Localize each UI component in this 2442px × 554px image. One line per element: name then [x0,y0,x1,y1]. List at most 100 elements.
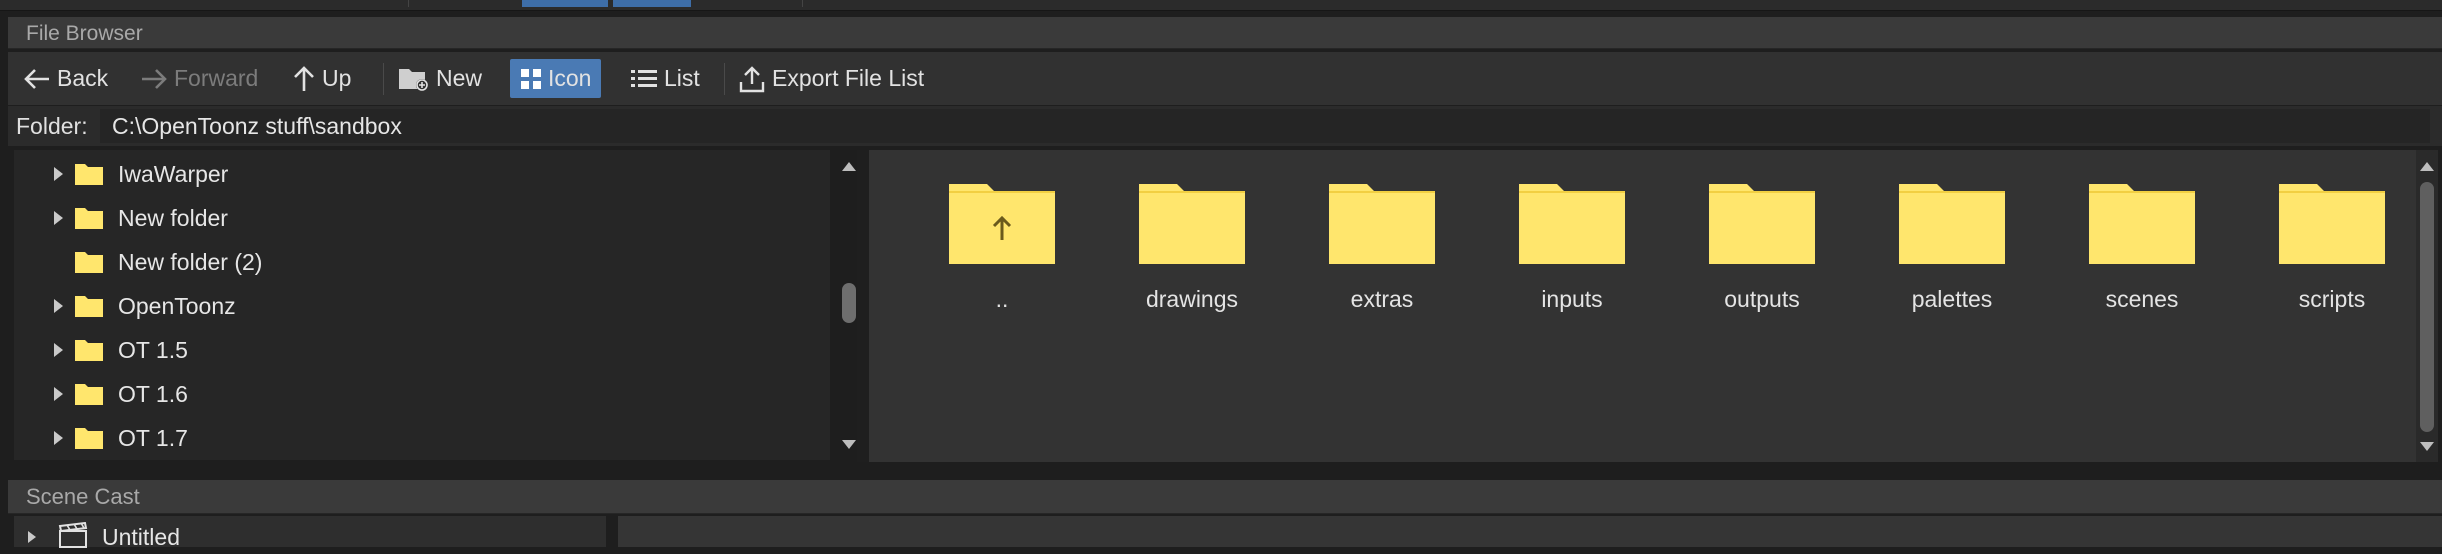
folder-icon [1519,184,1625,264]
folder-label: Folder: [16,113,88,139]
tree-item-label: OT 1.7 [118,424,188,451]
forward-label: Forward [174,65,259,91]
pane-divider[interactable] [857,150,869,462]
tree-item-label: IwaWarper [118,160,229,187]
tree-item-label: OT 1.6 [118,380,188,407]
icon-view-scrollbar[interactable] [2416,150,2438,462]
tree-item[interactable]: OT 1.6 [14,373,830,415]
file-item-folder[interactable]: outputs [1677,178,1847,328]
file-item-folder[interactable]: drawings [1107,178,1277,328]
scroll-thumb[interactable] [842,283,856,323]
scroll-up-icon[interactable] [2420,162,2434,171]
clapperboard-icon [58,522,88,548]
folder-icon [1709,184,1815,264]
folder-icon [75,428,103,449]
file-browser-toolbar: Back Forward Up New Icon List Export Fil… [8,52,2442,105]
tree-item[interactable]: IwaWarper [14,153,830,195]
arrow-right-icon [142,68,167,89]
new-label: New [436,65,483,91]
folder-icon [2089,184,2195,264]
icon-label: Icon [548,65,592,91]
new-folder-icon [399,68,428,91]
icon-view-button[interactable]: Icon [510,59,602,98]
tree-item[interactable]: OT 1.5 [14,329,830,371]
tree-item-label: New folder (2) [118,248,263,275]
back-button[interactable]: Back [23,59,108,98]
up-label: Up [322,65,352,91]
expand-arrow-icon[interactable] [54,299,63,313]
export-icon [739,65,765,92]
file-icon-view: .. drawings extras inputs outputs palett… [869,150,2416,462]
scroll-down-icon[interactable] [842,440,856,449]
file-item-name: scenes [2105,286,2179,312]
expand-arrow-icon[interactable] [54,343,63,357]
file-item-name: outputs [1724,286,1800,312]
expand-arrow-icon[interactable] [54,431,63,445]
scroll-thumb[interactable] [2420,182,2434,432]
file-item-name: scripts [2298,286,2366,312]
file-item-name: palettes [1911,286,1993,312]
tree-item[interactable]: OT 1.7 [14,417,830,459]
arrow-left-icon [24,68,49,89]
export-label: Export File List [772,65,925,91]
file-item-name: extras [1350,286,1414,312]
arrow-up-icon [294,65,314,91]
tree-item-label: OT 1.5 [118,336,188,363]
expand-arrow-icon[interactable] [54,387,63,401]
up-button[interactable]: Up [292,59,351,98]
grid-icon [521,68,541,89]
panel-title: Scene Cast [26,484,140,509]
tree-item[interactable]: OpenToonz [14,285,830,327]
expand-arrow-icon[interactable] [54,167,63,181]
folder-icon [1139,184,1245,264]
toolbar-separator [724,63,725,95]
folder-icon [2279,184,2385,264]
folder-icon [75,340,103,361]
expand-arrow-icon[interactable] [54,211,63,225]
file-item-name: inputs [1541,286,1603,312]
folder-tree: IwaWarper New folder New folder (2) Open… [14,150,830,460]
file-item-parent[interactable]: .. [917,178,1087,328]
file-browser-titlebar[interactable]: File Browser [8,17,2442,49]
scene-cast-tree: Untitled [14,516,606,550]
parent-folder-icon [949,184,1055,264]
export-file-list-button[interactable]: Export File List [738,59,924,98]
list-view-button[interactable]: List [630,59,700,98]
file-item-name: drawings [1145,286,1239,312]
file-item-folder[interactable]: extras [1297,178,1467,328]
tree-item-label: New folder [118,204,228,231]
scroll-up-icon[interactable] [842,162,856,171]
file-item-folder[interactable]: inputs [1487,178,1657,328]
back-label: Back [57,65,109,91]
folder-icon [75,208,103,229]
scene-cast-titlebar[interactable]: Scene Cast [8,480,2442,514]
forward-button[interactable]: Forward [140,59,258,98]
tree-item[interactable]: New folder [14,197,830,239]
new-folder-button[interactable]: New [398,59,482,98]
scene-cast-contents [618,516,2442,547]
scroll-down-icon[interactable] [2420,442,2434,451]
file-item-folder[interactable]: palettes [1867,178,2037,328]
tree-item[interactable]: New folder (2) [14,241,830,283]
folder-icon [75,164,103,185]
folder-bar: Folder: C:\OpenToonz stuff\sandbox [8,106,2442,146]
file-item-folder[interactable]: scenes [2057,178,2227,328]
list-label: List [664,65,700,91]
folder-icon [75,296,103,317]
file-item-folder[interactable]: scripts [2247,178,2417,328]
top-divider [802,0,803,7]
folder-icon [1899,184,2005,264]
folder-path-field[interactable]: C:\OpenToonz stuff\sandbox [100,109,2430,143]
list-icon [631,69,657,87]
toolbar-separator [383,63,384,95]
folder-icon [75,384,103,405]
top-tab-active-2[interactable] [613,0,691,7]
folder-icon [1329,184,1435,264]
panel-title: File Browser [26,22,143,45]
top-divider [408,0,409,7]
top-tab-active-1[interactable] [522,0,608,7]
file-item-name: .. [995,286,1009,312]
top-panel-strip [0,0,2442,11]
tree-item-label: OpenToonz [118,292,236,319]
expand-arrow-icon[interactable] [28,531,36,543]
